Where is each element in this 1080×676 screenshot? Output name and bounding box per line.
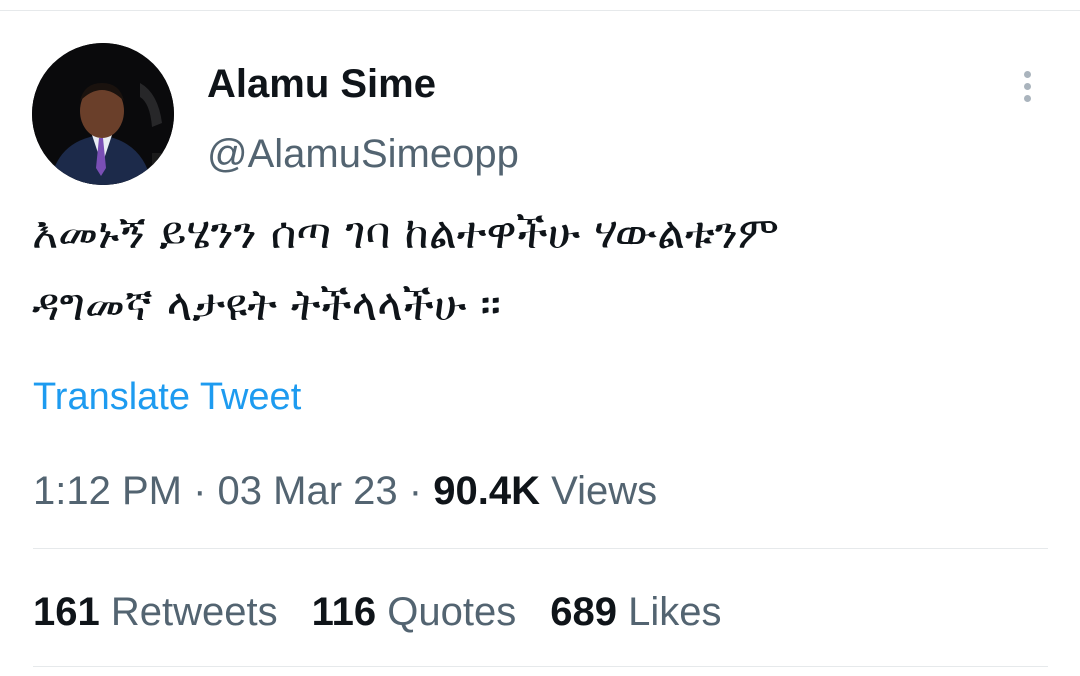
stats-divider-bottom — [33, 666, 1048, 667]
tweet-text: እመኑኝ ይሄንን ሰጣ ገባ ከልተዋችሁ ሃውልቱንም ዳግመኛ ላታዩት … — [32, 198, 1042, 342]
retweets-stat[interactable]: 161 Retweets — [33, 587, 278, 637]
likes-label: Likes — [628, 590, 722, 634]
quotes-count: 116 — [311, 590, 377, 634]
views-label: Views — [551, 469, 658, 513]
quotes-stat[interactable]: 116 Quotes — [312, 587, 517, 637]
meta-separator: · — [193, 469, 207, 513]
more-vertical-icon-dot — [1023, 82, 1031, 90]
translate-tweet-link[interactable]: Translate Tweet — [33, 374, 301, 420]
tweet-time[interactable]: 1:12 PM — [33, 469, 182, 513]
tweet-text-line: እመኑኝ ይሄንን ሰጣ ገባ ከልተዋችሁ ሃውልቱንም — [32, 208, 779, 259]
tweet-meta: 1:12 PM · 03 Mar 23 · 90.4K Views — [33, 466, 657, 516]
more-vertical-icon-dot — [1023, 94, 1031, 102]
tweet-text-line: ዳግመኛ ላታዩት ትችላላችሁ ። — [32, 280, 501, 331]
likes-stat[interactable]: 689 Likes — [550, 587, 721, 637]
engagement-stats: 161 Retweets 116 Quotes 689 Likes — [33, 587, 722, 637]
meta-separator: · — [408, 469, 423, 513]
more-options-button[interactable] — [1010, 66, 1044, 106]
author-handle[interactable]: @AlamuSimeopp — [207, 128, 519, 180]
tweet-date[interactable]: 03 Mar 23 — [218, 469, 398, 513]
quotes-label: Quotes — [387, 590, 517, 634]
likes-count: 689 — [550, 590, 617, 634]
top-divider — [0, 10, 1080, 11]
retweets-label: Retweets — [110, 590, 278, 634]
avatar-photo-icon — [32, 43, 174, 185]
views-count: 90.4K — [433, 469, 540, 513]
stats-divider-top — [33, 548, 1048, 549]
retweets-count: 161 — [33, 590, 100, 634]
more-vertical-icon — [1023, 70, 1031, 78]
author-display-name[interactable]: Alamu Sime — [207, 58, 436, 110]
avatar[interactable] — [32, 43, 174, 185]
